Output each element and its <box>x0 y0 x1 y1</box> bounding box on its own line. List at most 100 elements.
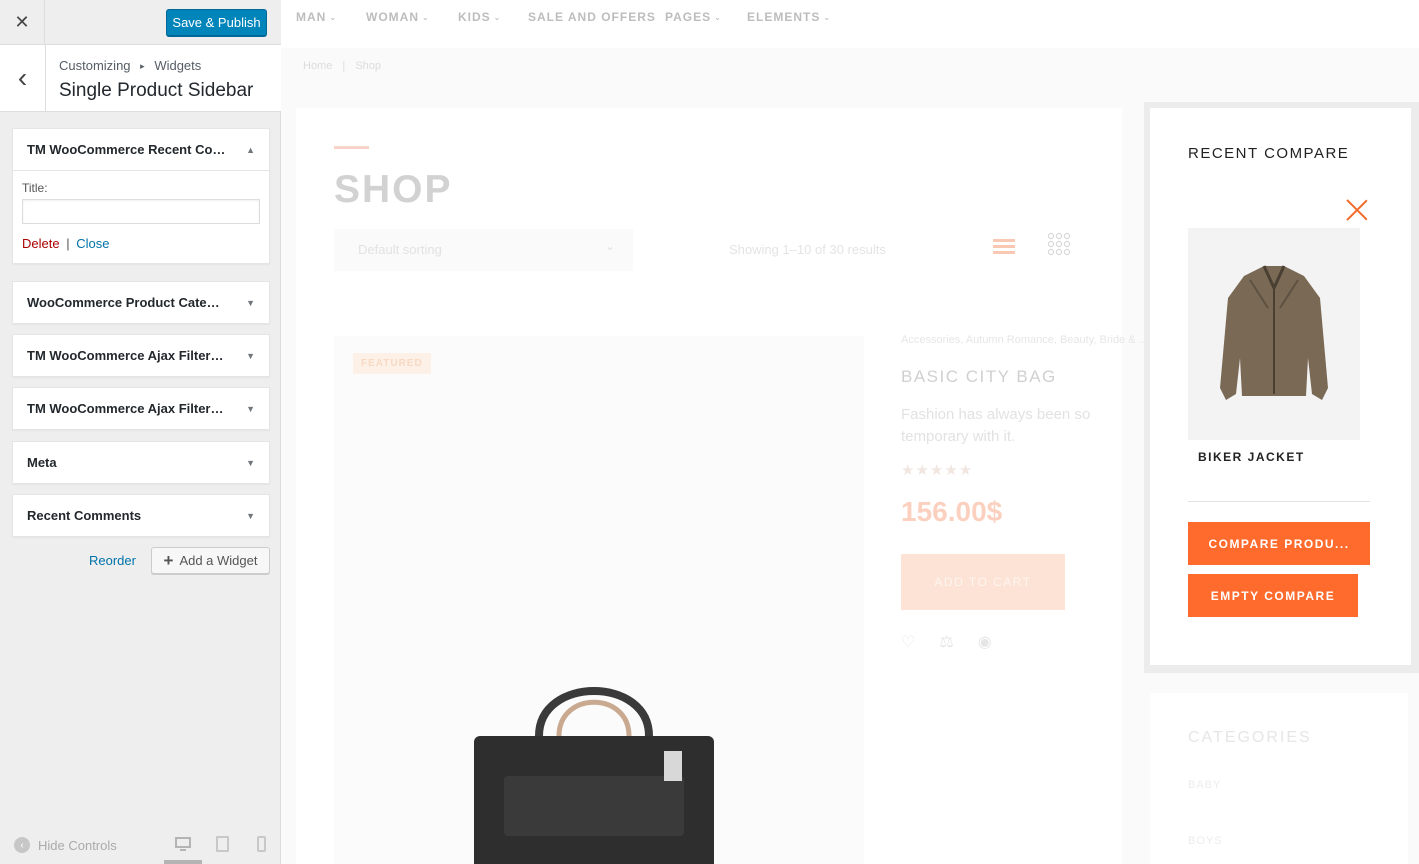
remove-item-icon[interactable] <box>1345 198 1369 222</box>
breadcrumb-arrow-icon: ▸ <box>140 61 145 71</box>
widget-actions: Delete | Close <box>22 236 260 251</box>
expand-arrow-icon[interactable]: ▼ <box>246 458 255 468</box>
save-publish-button[interactable]: Save & Publish <box>166 9 267 36</box>
hide-controls-button[interactable]: ‹ Hide Controls <box>14 837 117 853</box>
widget-header[interactable]: TM WooCommerce Ajax Filters: ... ▼ <box>13 388 269 429</box>
close-link[interactable]: Close <box>76 236 109 251</box>
section-header: ‹ Customizing ▸ Widgets Single Product S… <box>0 45 281 112</box>
nav-item-kids[interactable]: KIDS ⌄ <box>458 10 501 24</box>
widget-title: WooCommerce Product Categor... <box>27 295 227 310</box>
compare-title: RECENT COMPARE <box>1188 145 1350 162</box>
chevron-left-icon: ‹ <box>17 62 28 93</box>
categories-widget: CATEGORIES BABY BOYS <box>1150 693 1408 864</box>
chevron-down-icon: ⌄ <box>422 13 430 22</box>
chevron-down-icon: ⌄ <box>604 239 615 253</box>
close-customizer-button[interactable]: ✕ <box>0 0 45 45</box>
add-widget-label: Add a Widget <box>179 553 258 568</box>
compare-products-button[interactable]: COMPARE PRODU... <box>1188 522 1370 565</box>
recent-compare-popup: RECENT COMPARE BIKER JACKET COMPARE PROD… <box>1144 102 1419 673</box>
breadcrumb: Home | Shop <box>303 60 381 72</box>
breadcrumb-home[interactable]: Home <box>303 60 332 72</box>
widget-product-categories[interactable]: WooCommerce Product Categor... ▼ <box>12 281 270 324</box>
nav-item-elements[interactable]: ELEMENTS ⌄ <box>747 10 831 24</box>
section-title: Single Product Sidebar <box>59 80 254 101</box>
actions-separator: | <box>66 236 70 251</box>
featured-badge: FEATURED <box>353 353 431 374</box>
divider <box>1188 501 1370 502</box>
product-image[interactable]: FEATURED <box>334 336 864 864</box>
compare-product-thumbnail[interactable] <box>1188 228 1360 440</box>
widget-recent-comments[interactable]: Recent Comments ▼ <box>12 494 270 537</box>
widget-header[interactable]: TM WooCommerce Ajax Filters: ... ▼ <box>13 335 269 376</box>
widget-title: TM WooCommerce Ajax Filters: ... <box>27 348 227 363</box>
widget-ajax-filters-2[interactable]: TM WooCommerce Ajax Filters: ... ▼ <box>12 387 270 430</box>
breadcrumb-section: Widgets <box>154 58 202 73</box>
hide-controls-label: Hide Controls <box>38 837 117 853</box>
mobile-icon[interactable] <box>257 836 273 852</box>
expand-arrow-icon[interactable]: ▼ <box>246 404 255 414</box>
add-to-cart-button[interactable]: ADD TO CART <box>901 554 1065 610</box>
widget-meta[interactable]: Meta ▼ <box>12 441 270 484</box>
breadcrumb-current: Shop <box>355 60 382 72</box>
sorting-select[interactable]: Default sorting ⌄ <box>334 229 633 271</box>
rating-stars: ★★★★★ <box>901 462 974 479</box>
chevron-down-icon: ⌄ <box>714 13 722 22</box>
widget-recent-compare: TM WooCommerce Recent Com... ▲ Title: De… <box>12 128 270 264</box>
delete-link[interactable]: Delete <box>22 236 60 251</box>
compare-product-name[interactable]: BIKER JACKET <box>1198 450 1305 464</box>
expand-arrow-icon[interactable]: ▼ <box>246 511 255 521</box>
product-categories[interactable]: Accessories, Autumn Romance, Beauty, Bri… <box>901 334 1148 346</box>
nav-item-woman[interactable]: WOMAN ⌄ <box>366 10 430 24</box>
product-price: 156.00$ <box>901 496 1003 527</box>
widget-header[interactable]: Meta ▼ <box>13 442 269 483</box>
widget-header[interactable]: Recent Comments ▼ <box>13 495 269 536</box>
breadcrumb: Customizing ▸ Widgets <box>59 58 201 73</box>
collapse-arrow-icon[interactable]: ▲ <box>246 145 255 155</box>
nav-item-pages[interactable]: PAGES ⌄ <box>665 10 722 24</box>
nav-item-sale[interactable]: SALE AND OFFERS <box>528 10 656 24</box>
breadcrumb-separator: | <box>342 60 346 72</box>
jacket-image <box>1220 265 1328 400</box>
reorder-link[interactable]: Reorder <box>89 553 136 568</box>
chevron-down-icon: ⌄ <box>823 13 832 22</box>
compare-panel: RECENT COMPARE BIKER JACKET COMPARE PROD… <box>1150 108 1411 665</box>
site-preview: MAN ⌄ WOMAN ⌄ KIDS ⌄ SALE AND OFFERS PAGES ⌄… <box>281 0 1419 864</box>
product-description: Fashion has always been so temporary wit… <box>901 406 1091 445</box>
widget-header[interactable]: TM WooCommerce Recent Com... ▲ <box>13 129 269 170</box>
product-actions: ♡ ⚖ ◉ <box>901 632 992 652</box>
heart-icon[interactable]: ♡ <box>901 632 915 652</box>
customizer-header: ✕ Save & Publish <box>0 0 281 45</box>
category-item[interactable]: BOYS <box>1188 835 1223 847</box>
customizer-footer: ‹ Hide Controls <box>0 826 281 864</box>
expand-arrow-icon[interactable]: ▼ <box>246 298 255 308</box>
page-title: SHOP <box>334 168 453 211</box>
title-input[interactable] <box>22 199 260 224</box>
back-button[interactable]: ‹ <box>0 45 46 111</box>
customizer-panel: ✕ Save & Publish ‹ Customizing ▸ Widgets… <box>0 0 281 864</box>
results-count: Showing 1–10 of 30 results <box>729 242 886 257</box>
widget-title: Meta <box>27 455 57 470</box>
widget-form: Title: Delete | Close <box>13 170 269 263</box>
nav-item-man[interactable]: MAN ⌄ <box>296 10 337 24</box>
widget-ajax-filters-1[interactable]: TM WooCommerce Ajax Filters: ... ▼ <box>12 334 270 377</box>
widget-title: TM WooCommerce Ajax Filters: ... <box>27 401 227 416</box>
product-name[interactable]: BASIC CITY BAG <box>901 367 1057 387</box>
category-item[interactable]: BABY <box>1188 779 1221 791</box>
eye-icon[interactable]: ◉ <box>978 632 992 652</box>
compare-icon[interactable]: ⚖ <box>939 632 953 652</box>
expand-arrow-icon[interactable]: ▼ <box>246 351 255 361</box>
add-widget-button[interactable]: + Add a Widget <box>151 547 270 574</box>
desktop-icon[interactable] <box>175 836 191 852</box>
grid-view-icon[interactable] <box>1048 233 1070 255</box>
collapse-icon: ‹ <box>14 837 30 853</box>
categories-title: CATEGORIES <box>1188 729 1312 746</box>
list-view-icon[interactable] <box>993 239 1015 255</box>
tablet-icon[interactable] <box>216 836 232 852</box>
empty-compare-button[interactable]: EMPTY COMPARE <box>1188 574 1358 617</box>
main-navigation: MAN ⌄ WOMAN ⌄ KIDS ⌄ SALE AND OFFERS PAGES ⌄… <box>281 0 1419 48</box>
chevron-down-icon: ⌄ <box>329 13 338 22</box>
chevron-down-icon: ⌄ <box>493 13 502 22</box>
widget-header[interactable]: WooCommerce Product Categor... ▼ <box>13 282 269 323</box>
title-label: Title: <box>22 181 48 195</box>
bag-image <box>474 687 714 864</box>
